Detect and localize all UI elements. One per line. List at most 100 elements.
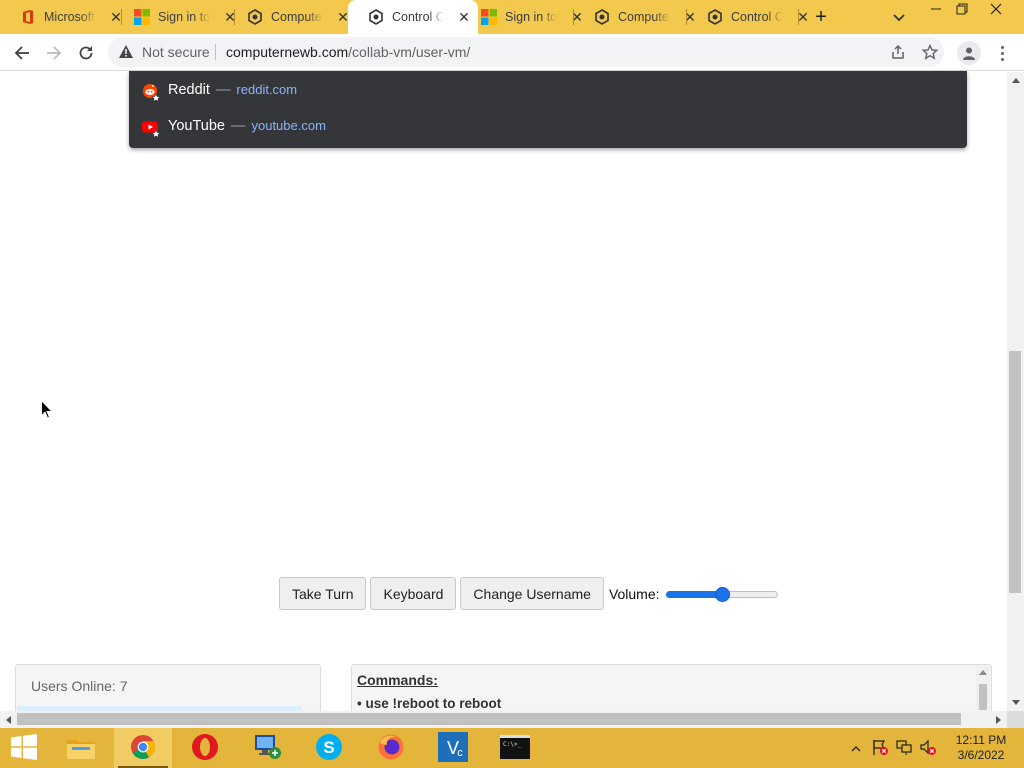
tab-microsoft[interactable]: Microsoft ✕ xyxy=(0,0,130,34)
suggestion-reddit[interactable]: Reddit — reddit.com xyxy=(129,72,967,108)
reload-button[interactable] xyxy=(73,40,99,66)
tab-divider xyxy=(798,9,799,25)
scroll-left-arrow-icon[interactable] xyxy=(6,716,11,724)
svg-text:C:\>_: C:\>_ xyxy=(503,741,521,748)
back-button[interactable] xyxy=(9,40,35,66)
commands-scrollbar[interactable] xyxy=(976,666,990,711)
suggestion-youtube[interactable]: YouTube — youtube.com xyxy=(129,108,967,144)
users-online-panel: Users Online: 7 xyxy=(15,664,321,711)
scrollbar-thumb[interactable] xyxy=(1009,351,1021,593)
address-bar[interactable]: Not secure computernewb.com/collab-vm/us… xyxy=(108,37,944,67)
youtube-icon xyxy=(141,118,161,138)
close-window-button[interactable] xyxy=(981,0,1011,24)
suggestion-text: YouTube — youtube.com xyxy=(168,118,326,134)
taskbar-network[interactable] xyxy=(238,728,296,768)
take-turn-button[interactable]: Take Turn xyxy=(279,577,367,610)
terminal-icon: C:\>_ xyxy=(500,734,530,762)
svg-text:S: S xyxy=(323,738,334,757)
windows-logo-icon xyxy=(11,733,37,763)
scroll-down-arrow-icon[interactable] xyxy=(1012,700,1020,705)
tab-computernewb-1[interactable]: Computernewb ✕ xyxy=(227,0,357,34)
commands-title: Commands: xyxy=(357,672,438,688)
microsoft-logo-icon xyxy=(481,9,497,25)
new-tab-button[interactable]: + xyxy=(808,5,834,29)
slider-fill xyxy=(665,590,723,598)
share-icon[interactable] xyxy=(888,42,908,62)
tab-label: Control Center xyxy=(731,10,783,24)
command-item: • use !reboot to reboot xyxy=(357,696,502,711)
tab-search-icon[interactable] xyxy=(888,6,910,28)
show-hidden-icons-chevron-icon[interactable] xyxy=(851,741,861,756)
system-tray xyxy=(851,728,937,768)
tab-control-center-active[interactable]: Control Center ✕ xyxy=(348,0,478,34)
tab-sign-in-2[interactable]: Sign in to ✕ xyxy=(461,0,591,34)
tab-sign-in-1[interactable]: Sign in to ✕ xyxy=(114,0,244,34)
tab-label: Computernewb xyxy=(618,10,670,24)
page-vertical-scrollbar[interactable] xyxy=(1007,72,1024,711)
windows-taskbar: S Vc C:\>_ 12:11 PM 3/6/2022 xyxy=(0,728,1024,768)
svg-text:c: c xyxy=(457,747,463,759)
firefox-icon xyxy=(377,733,405,764)
suggestion-separator: — xyxy=(230,118,246,134)
reddit-icon xyxy=(141,82,161,102)
taskbar-terminal[interactable]: C:\>_ xyxy=(486,728,544,768)
collabvm-icon xyxy=(368,9,384,25)
taskbar-file-explorer[interactable] xyxy=(52,728,110,768)
change-username-button[interactable]: Change Username xyxy=(460,577,604,610)
scroll-up-arrow-icon[interactable] xyxy=(979,670,987,675)
page-content: Take Turn Keyboard Change Username Volum… xyxy=(0,72,1007,711)
volume-label: Volume: xyxy=(608,585,660,602)
tab-computernewb-2[interactable]: Computernewb ✕ xyxy=(574,0,704,34)
taskbar-opera[interactable] xyxy=(176,728,234,768)
taskbar-firefox[interactable] xyxy=(362,728,420,768)
tab-label: Computernewb xyxy=(271,10,323,24)
taskbar-skype[interactable]: S xyxy=(300,728,358,768)
vm-controls: Take Turn Keyboard Change Username Volum… xyxy=(279,577,778,610)
suggestion-separator: — xyxy=(215,82,231,98)
tab-label: Microsoft xyxy=(44,10,95,24)
taskbar-chrome[interactable] xyxy=(114,728,172,768)
forward-button[interactable] xyxy=(41,40,67,66)
collabvm-icon xyxy=(247,9,263,25)
profile-avatar-icon[interactable] xyxy=(957,41,981,65)
tab-label: Sign in to xyxy=(505,10,557,24)
scroll-up-arrow-icon[interactable] xyxy=(1012,78,1020,83)
suggestion-url: reddit.com xyxy=(236,82,298,97)
volume-muted-icon[interactable] xyxy=(919,738,937,759)
vscode-icon: Vc xyxy=(438,731,468,765)
tab-label: Sign in to xyxy=(158,10,210,24)
url-domain: computernewb.com xyxy=(226,44,349,60)
tab-strip: Microsoft ✕ Sign in to ✕ Computernewb ✕ … xyxy=(0,0,1024,34)
suggestion-text: Reddit — reddit.com xyxy=(168,82,297,98)
restore-button[interactable] xyxy=(947,0,977,24)
omnibox-suggestions: Reddit — reddit.com YouTube — youtube.com xyxy=(129,71,967,148)
taskbar-vscode[interactable]: Vc xyxy=(424,728,482,768)
commands-panel: Commands: • use !reboot to reboot xyxy=(351,664,992,711)
collabvm-icon xyxy=(594,9,610,25)
action-center-flag-icon[interactable] xyxy=(871,738,889,759)
security-label[interactable]: Not secure xyxy=(142,44,210,60)
browser-toolbar: Not secure computernewb.com/collab-vm/us… xyxy=(0,34,1024,71)
keyboard-button[interactable]: Keyboard xyxy=(370,577,457,610)
browser-menu-icon[interactable] xyxy=(994,42,1010,64)
bookmark-star-icon[interactable] xyxy=(920,42,940,62)
page-horizontal-scrollbar[interactable] xyxy=(0,711,1007,728)
office-icon xyxy=(20,9,36,25)
url-text[interactable]: computernewb.com/collab-vm/user-vm/ xyxy=(226,44,470,60)
start-button[interactable] xyxy=(0,728,48,768)
suggestion-title: Reddit xyxy=(168,82,210,98)
tab-label: Control Center xyxy=(392,10,444,24)
network-tray-icon[interactable] xyxy=(895,738,913,759)
slider-thumb[interactable] xyxy=(714,586,730,602)
chrome-icon xyxy=(130,734,156,763)
scrollbar-thumb[interactable] xyxy=(17,713,961,725)
scroll-right-arrow-icon[interactable] xyxy=(996,716,1001,724)
skype-icon: S xyxy=(315,733,343,764)
volume-slider[interactable] xyxy=(665,586,778,602)
suggestion-url: youtube.com xyxy=(251,118,326,133)
clock-date: 3/6/2022 xyxy=(957,748,1005,762)
warning-icon[interactable] xyxy=(118,44,134,62)
network-icon xyxy=(252,733,282,764)
taskbar-clock[interactable]: 12:11 PM 3/6/2022 xyxy=(950,733,1012,763)
scrollbar-thumb[interactable] xyxy=(979,684,987,710)
